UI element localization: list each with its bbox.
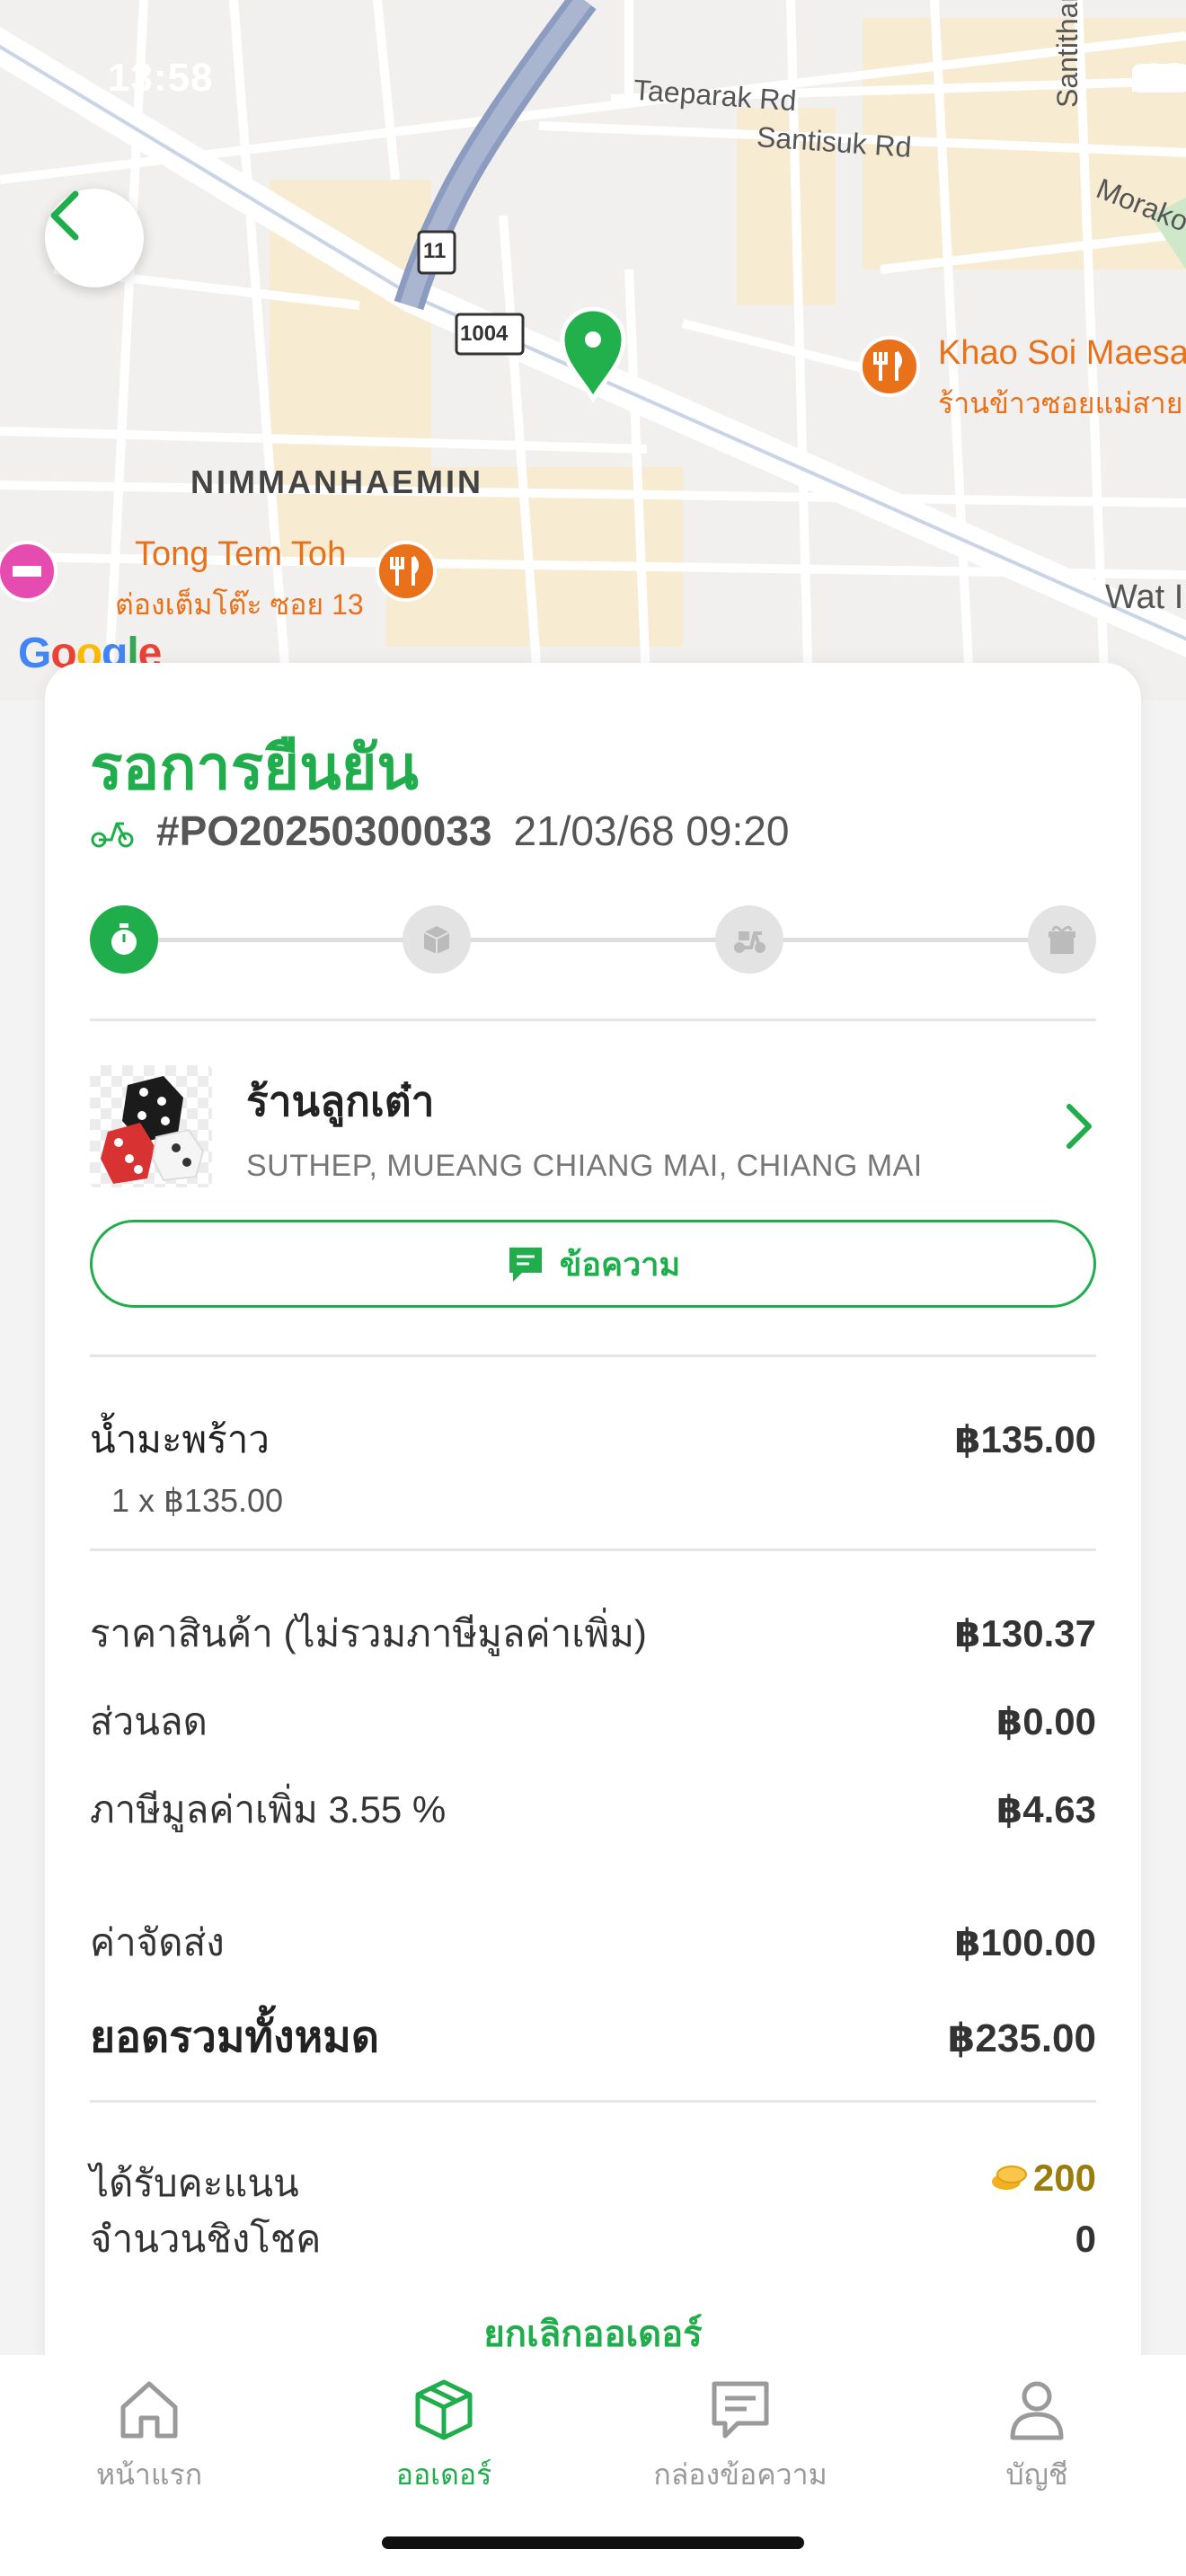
delivery-scooter-icon	[734, 931, 766, 953]
subtotal-label: ราคาสินค้า (ไม่รวมภาษีมูลค่าเพิ่ม)	[90, 1612, 647, 1654]
shipping-value: ฿100.00	[954, 1921, 1096, 1963]
delivery-scooter-icon	[91, 822, 134, 848]
coins-icon	[991, 2166, 1027, 2190]
order-card: รอการยืนยัน #PO20250300033 21/03/68 09:2…	[45, 663, 1141, 2576]
vat-value: ฿4.63	[996, 1788, 1096, 1831]
package-icon	[415, 2379, 473, 2440]
tab-home[interactable]: หน้าแรก	[14, 2369, 284, 2498]
user-icon	[1010, 2381, 1064, 2440]
restaurant-pin-icon	[859, 336, 920, 397]
map-view[interactable]: 11 1004 Taeparak Rd Santisuk Rd Santitha…	[0, 0, 1186, 701]
total-value: ฿235.00	[947, 2016, 1096, 2060]
shop-thumbnail	[90, 1065, 212, 1187]
points-value: 200	[1032, 2157, 1096, 2199]
chat-icon	[509, 1248, 542, 1282]
order-item: น้ำมะพร้าว ฿135.00 1 x ฿135.00	[90, 1410, 1096, 1520]
divider	[90, 1019, 1096, 1021]
tab-orders[interactable]: ออเดอร์	[309, 2369, 579, 2498]
poi-label: Wat I	[1105, 578, 1184, 616]
tab-account[interactable]: บัญชี	[902, 2369, 1172, 2498]
cancel-order-button[interactable]: ยกเลิกออเดอร์	[90, 2305, 1096, 2362]
status-time: 13:58	[108, 56, 214, 100]
chances-label: จำนวนชิงโชค	[90, 2218, 322, 2260]
discount-row: ส่วนลด ฿0.00	[90, 1692, 1096, 1751]
divider	[90, 1354, 1096, 1357]
message-icon	[712, 2381, 769, 2439]
battery-icon	[1132, 64, 1186, 93]
divider	[90, 1548, 1096, 1551]
poi-label-thai: ร้านข้าวซอยแม่สาย	[938, 387, 1183, 419]
step-timer	[90, 905, 158, 974]
discount-label: ส่วนลด	[90, 1700, 208, 1742]
home-icon	[120, 2381, 178, 2439]
item-name: น้ำมะพร้าว	[90, 1418, 270, 1460]
points-row: ได้รับคะแนน 200	[90, 2154, 1096, 2213]
order-datetime: 21/03/68 09:20	[513, 807, 790, 854]
back-button[interactable]	[45, 189, 144, 287]
order-progress	[90, 905, 1096, 974]
order-number: #PO20250300033	[156, 807, 492, 854]
subtotal-value: ฿130.37	[954, 1612, 1096, 1654]
shop-address: SUTHEP, MUEANG CHIANG MAI, CHIANG MAI	[246, 1149, 923, 1183]
poi-label[interactable]: Tong Tem Toh	[135, 535, 346, 574]
tab-label: หน้าแรก	[95, 2458, 203, 2491]
shop-name: ร้านลูกเต๋า	[246, 1078, 435, 1125]
restaurant-pin-icon	[376, 541, 437, 602]
tab-label: ออเดอร์	[395, 2458, 492, 2491]
subtotal-row: ราคาสินค้า (ไม่รวมภาษีมูลค่าเพิ่ม) ฿130.…	[90, 1604, 1096, 1663]
poi-label[interactable]: Khao Soi Maesa	[938, 334, 1186, 373]
hotel-pin-icon	[0, 541, 58, 602]
chevron-right-icon	[1067, 1104, 1092, 1149]
discount-value: ฿0.00	[996, 1700, 1096, 1742]
shipping-label: ค่าจัดส่ง	[90, 1921, 225, 1963]
divider	[90, 2100, 1096, 2103]
message-button[interactable]: ข้อความ	[90, 1220, 1096, 1308]
step-delivering	[715, 905, 783, 974]
step-packing	[403, 905, 471, 974]
route-badge-label: 11	[423, 239, 447, 263]
chances-row: จำนวนชิงโชค 0	[90, 2210, 1096, 2269]
route-badge-label: 1004	[460, 322, 509, 346]
item-quantity: 1 x ฿135.00	[111, 1482, 284, 1519]
road-label: Santitham R	[1051, 0, 1084, 108]
area-label: NIMMANHAEMIN	[190, 463, 483, 500]
item-total: ฿135.00	[954, 1418, 1096, 1460]
points-label: ได้รับคะแนน	[90, 2162, 299, 2204]
timer-icon	[111, 923, 137, 955]
vat-row: ภาษีมูลค่าเพิ่ม 3.55 % ฿4.63	[90, 1780, 1096, 1839]
vat-label: ภาษีมูลค่าเพิ่ม 3.55 %	[90, 1788, 447, 1831]
home-indicator	[382, 2536, 804, 2549]
total-label: ยอดรวมทั้งหมด	[90, 2014, 380, 2061]
box-icon	[423, 926, 450, 954]
chances-value: 0	[1075, 2218, 1096, 2260]
tab-label: บัญชี	[1005, 2458, 1068, 2491]
message-button-label: ข้อความ	[559, 1245, 681, 1283]
order-status-title: รอการยืนยัน	[90, 734, 419, 802]
tab-label: กล่องข้อความ	[653, 2458, 828, 2491]
total-row: ยอดรวมทั้งหมด ฿235.00	[90, 2003, 1096, 2071]
tab-inbox[interactable]: กล่องข้อความ	[606, 2369, 875, 2498]
chevron-left-icon	[50, 190, 79, 241]
poi-label-thai: ต่องเต็มโต๊ะ ซอย 13	[115, 588, 364, 621]
order-info: #PO20250300033 21/03/68 09:20	[90, 807, 1096, 855]
shipping-row: ค่าจัดส่ง ฿100.00	[90, 1913, 1096, 1972]
gift-box-icon	[1049, 925, 1075, 954]
dice-image	[101, 1076, 205, 1184]
step-delivered	[1028, 905, 1096, 974]
shop-row[interactable]: ร้านลูกเต๋า SUTHEP, MUEANG CHIANG MAI, C…	[90, 1063, 1096, 1189]
